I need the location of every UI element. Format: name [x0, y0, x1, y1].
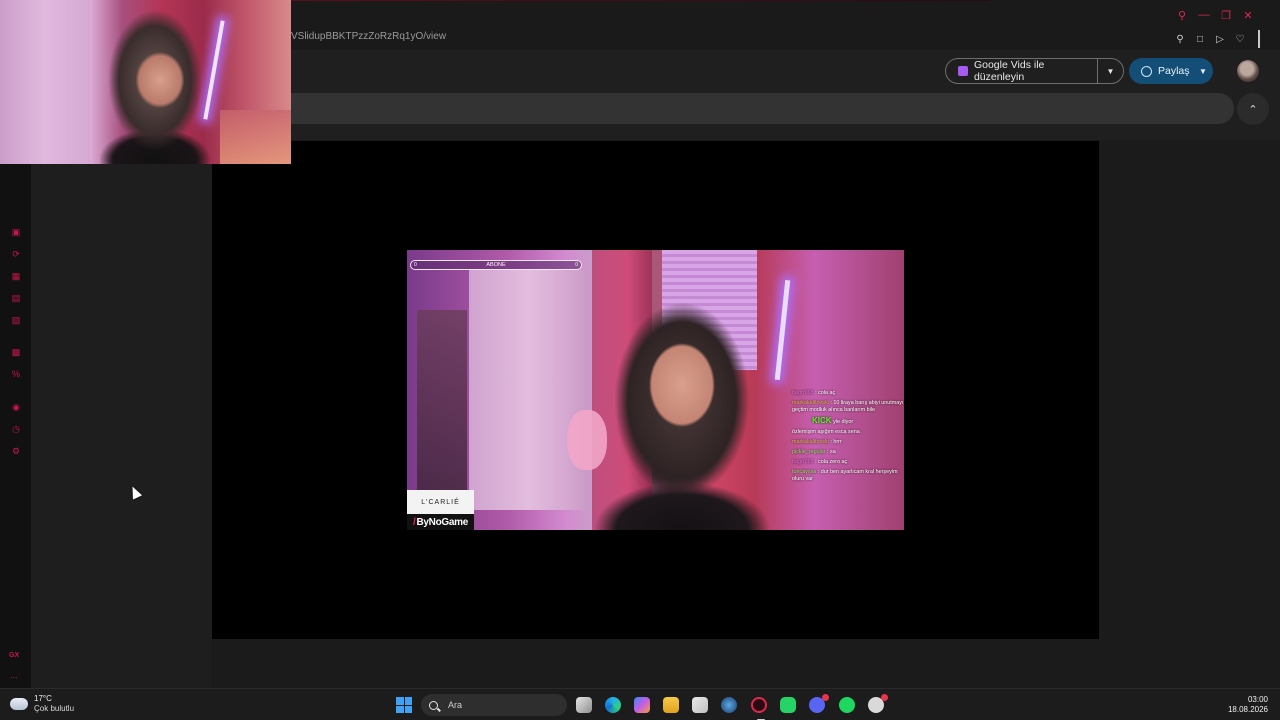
google-vids-button[interactable]: Google Vids ile düzenleyin ▼ — [945, 58, 1124, 84]
left-pane — [31, 140, 212, 688]
taskbar: 17°C Çok bulutlu Ara 03:00 18.08.2026 — [0, 688, 1280, 720]
chat-line: markakalitovski : hrrr — [792, 439, 842, 445]
share-main[interactable]: Paylaş — [1129, 58, 1193, 84]
chat-line: tuncayssa : dur ben ayarlıcam kral herşe… — [792, 469, 898, 482]
webcam-overlay — [0, 0, 291, 164]
taskbar-clock[interactable]: 03:00 18.08.2026 — [1228, 695, 1268, 715]
play-icon[interactable]: ▷ — [1214, 33, 1226, 45]
edge-icon[interactable] — [605, 697, 621, 713]
chat-line: markakalitovski : 10 liraya barış abiyi … — [792, 400, 904, 413]
taskbar-search[interactable]: Ara — [421, 694, 567, 716]
chat-line: KICK yle diyor — [812, 416, 854, 426]
chevron-down-icon[interactable]: ▼ — [1098, 67, 1123, 76]
sidebar-tv-icon[interactable]: ▤ — [10, 293, 22, 303]
address-url[interactable]: VSlidupBBKTPzzZoRzRq1yO/view — [291, 31, 446, 42]
google-vids-main[interactable]: Google Vids ile düzenleyin — [946, 59, 1098, 83]
clock-time: 03:00 — [1247, 695, 1268, 704]
app-icon[interactable] — [868, 694, 888, 713]
sidebar-gaming-icon[interactable]: ▣ — [10, 227, 22, 237]
notification-badge — [881, 694, 888, 701]
browser-sidebar: ▣ ⟳ ▦ ▤ ▧ ▩ % ◉ ◷ ⚙ GX ... — [0, 164, 31, 688]
subscriber-goal-start: 0 — [414, 262, 417, 268]
weather-temp: 17°C — [34, 694, 52, 703]
sidebar-gx-label[interactable]: GX — [9, 652, 19, 659]
sponsor-logo-lcarlie: L'CARLIÉ — [407, 490, 474, 514]
sidebar-more-icon[interactable]: ... — [10, 670, 18, 680]
sidebar-bag-icon[interactable]: ▦ — [10, 271, 22, 281]
chat-line: bagrr965 : cola aç — [792, 390, 836, 396]
discord-icon[interactable] — [809, 694, 829, 713]
steam-icon[interactable] — [721, 697, 737, 713]
bynogame-label: ByNoGame — [416, 516, 468, 528]
bynogame-logo-icon: / — [413, 516, 416, 528]
drive-search-strip[interactable] — [260, 93, 1234, 124]
window-controls: ⚲ — ❐ ✕ — [1176, 8, 1254, 22]
notification-badge — [822, 694, 829, 701]
screen: VSlidupBBKTPzzZoRzRq1yO/view ⚲ — ❐ ✕ ⚲ □… — [0, 0, 1280, 720]
heart-icon[interactable]: ♡ — [1234, 33, 1246, 45]
chat-line: bagrr965 : cola zero aç — [792, 459, 848, 465]
sidebar-settings-icon[interactable]: ⚙ — [10, 446, 22, 456]
video-neon-light — [774, 280, 791, 380]
clock-date: 18.08.2026 — [1227, 705, 1268, 714]
stream-chat: bagrr965 : cola aç markakalitovski : 10 … — [792, 390, 904, 530]
webcam-desk — [220, 110, 291, 164]
vids-icon — [958, 66, 968, 76]
screenshot-icon[interactable]: □ — [1194, 33, 1206, 45]
video-wardrobe — [469, 270, 589, 510]
chevron-up-icon[interactable]: ⌃ — [1237, 93, 1269, 125]
video-shelf — [417, 310, 467, 500]
kick-logo: KICK — [812, 416, 832, 425]
sidebar-history-icon[interactable]: ◷ — [10, 424, 22, 434]
sidebar-twitch-icon[interactable]: ▩ — [10, 347, 22, 357]
sponsor-logo-bynogame: / ByNoGame — [407, 514, 474, 530]
cloud-icon — [10, 694, 28, 710]
video-streamer — [587, 290, 777, 530]
webcam-wardrobe — [0, 0, 90, 164]
chat-line: özlemişim aşığım esca sena — [792, 429, 860, 435]
weather-text: 17°C Çok bulutlu — [34, 694, 74, 714]
google-vids-label: Google Vids ile düzenleyin — [973, 59, 1045, 83]
store-icon[interactable] — [692, 697, 708, 713]
title-accent-line — [290, 0, 990, 1]
share-label: Paylaş — [1158, 65, 1190, 77]
subscriber-goal-end: 0 — [575, 262, 578, 268]
sidebar-refresh-icon[interactable]: ⟳ — [10, 249, 22, 259]
search-icon[interactable]: ⚲ — [1176, 8, 1188, 22]
spotify-icon[interactable] — [839, 697, 855, 713]
search-icon — [429, 700, 438, 710]
sidebar-percent-icon[interactable]: % — [10, 369, 22, 379]
webcam-streamer — [85, 10, 225, 164]
taskbar-search-label: Ara — [448, 700, 463, 710]
minimize-icon[interactable]: — — [1198, 8, 1210, 22]
restore-icon[interactable]: ❐ — [1220, 8, 1232, 22]
copilot-icon[interactable] — [634, 697, 650, 713]
browser-toolbar-icons: ⚲ □ ▷ ♡ — [1174, 30, 1260, 48]
close-icon[interactable]: ✕ — [1242, 8, 1254, 22]
windows-start-icon[interactable] — [396, 697, 412, 713]
chat-line: pickle_regular : sa — [792, 449, 836, 455]
video-frame[interactable]: 0 ABONE 0 L'CARLIÉ / ByNoGame bagrr965 :… — [407, 250, 904, 530]
avatar[interactable] — [1237, 60, 1259, 82]
globe-icon — [1141, 65, 1152, 77]
share-button[interactable]: Paylaş ▼ — [1129, 58, 1213, 84]
weather-condition: Çok bulutlu — [34, 704, 75, 713]
toolbar-divider — [1258, 30, 1260, 48]
subscriber-goal-bar: 0 ABONE 0 — [410, 260, 582, 270]
weather-widget[interactable]: 17°C Çok bulutlu — [10, 694, 74, 714]
task-view-icon[interactable] — [576, 697, 592, 713]
whatsapp-icon[interactable] — [780, 697, 796, 713]
sidebar-player-icon[interactable]: ◉ — [10, 402, 22, 412]
file-explorer-icon[interactable] — [663, 697, 679, 713]
subscriber-goal-label: ABONE — [486, 262, 506, 268]
pin-icon[interactable]: ⚲ — [1174, 33, 1186, 45]
sidebar-news-icon[interactable]: ▧ — [10, 315, 22, 325]
opera-gx-icon[interactable] — [751, 697, 767, 720]
share-chevron-down-icon[interactable]: ▼ — [1193, 67, 1213, 76]
